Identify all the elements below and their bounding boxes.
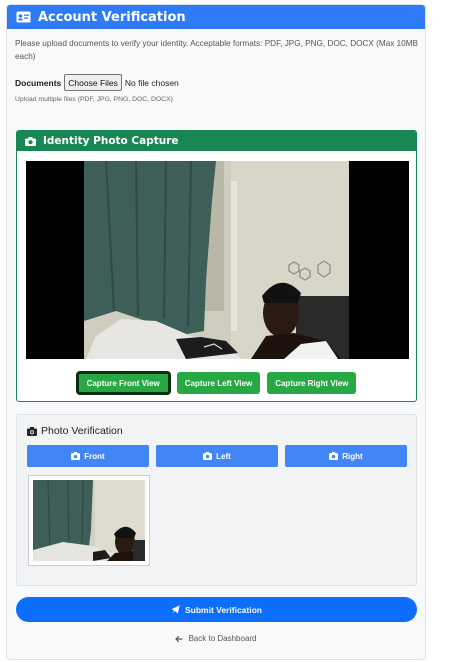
back-to-dashboard-link[interactable]: Back to Dashboard bbox=[7, 634, 425, 643]
captured-photo-thumbnail[interactable] bbox=[28, 475, 150, 566]
capture-title: Identity Photo Capture bbox=[43, 135, 179, 147]
tab-front[interactable]: Front bbox=[27, 445, 149, 467]
camera-icon bbox=[25, 136, 36, 146]
camera-icon bbox=[27, 426, 37, 436]
camera-icon bbox=[203, 452, 213, 460]
submit-verification-button[interactable]: Submit Verification bbox=[16, 597, 417, 622]
capture-right-button[interactable]: Capture Right View bbox=[267, 372, 357, 394]
arrow-left-icon bbox=[175, 635, 183, 643]
verification-title: Photo Verification bbox=[41, 425, 123, 437]
documents-row: Documents Choose Files No file chosen bbox=[15, 74, 179, 91]
verification-tabs: Front Left Right bbox=[27, 445, 407, 467]
camera-icon bbox=[71, 452, 81, 460]
back-label: Back to Dashboard bbox=[188, 634, 257, 643]
capture-buttons: Capture Front View Capture Left View Cap… bbox=[17, 372, 416, 394]
file-status: No file chosen bbox=[124, 77, 179, 88]
documents-label: Documents bbox=[15, 77, 62, 88]
submit-label: Submit Verification bbox=[185, 604, 262, 615]
verification-card: Account Verification Please upload docum… bbox=[6, 4, 426, 660]
id-card-icon bbox=[16, 11, 31, 23]
photo-capture-panel: Identity Photo Capture Capture Front Vie… bbox=[16, 130, 417, 402]
tab-front-label: Front bbox=[84, 451, 105, 461]
choose-files-button[interactable]: Choose Files bbox=[64, 74, 122, 91]
tab-left-label: Left bbox=[216, 451, 231, 461]
paper-plane-icon bbox=[171, 605, 180, 614]
page-title: Account Verification bbox=[38, 9, 186, 25]
camera-icon bbox=[329, 452, 339, 460]
photo-verification-panel: Photo Verification Front Left Right bbox=[16, 414, 417, 586]
tab-left[interactable]: Left bbox=[156, 445, 278, 467]
verification-heading: Photo Verification bbox=[27, 425, 123, 437]
card-header: Account Verification bbox=[7, 5, 425, 29]
camera-preview bbox=[26, 161, 409, 359]
capture-front-button[interactable]: Capture Front View bbox=[76, 372, 170, 394]
capture-header: Identity Photo Capture bbox=[17, 131, 416, 151]
intro-text: Please upload documents to verify your i… bbox=[15, 39, 419, 61]
upload-hint: Upload multiple files (PDF, JPG, PNG, DO… bbox=[15, 96, 173, 103]
capture-left-button[interactable]: Capture Left View bbox=[176, 372, 261, 394]
tab-right-label: Right bbox=[342, 451, 363, 461]
captured-photo bbox=[33, 480, 145, 561]
tab-right[interactable]: Right bbox=[285, 445, 407, 467]
